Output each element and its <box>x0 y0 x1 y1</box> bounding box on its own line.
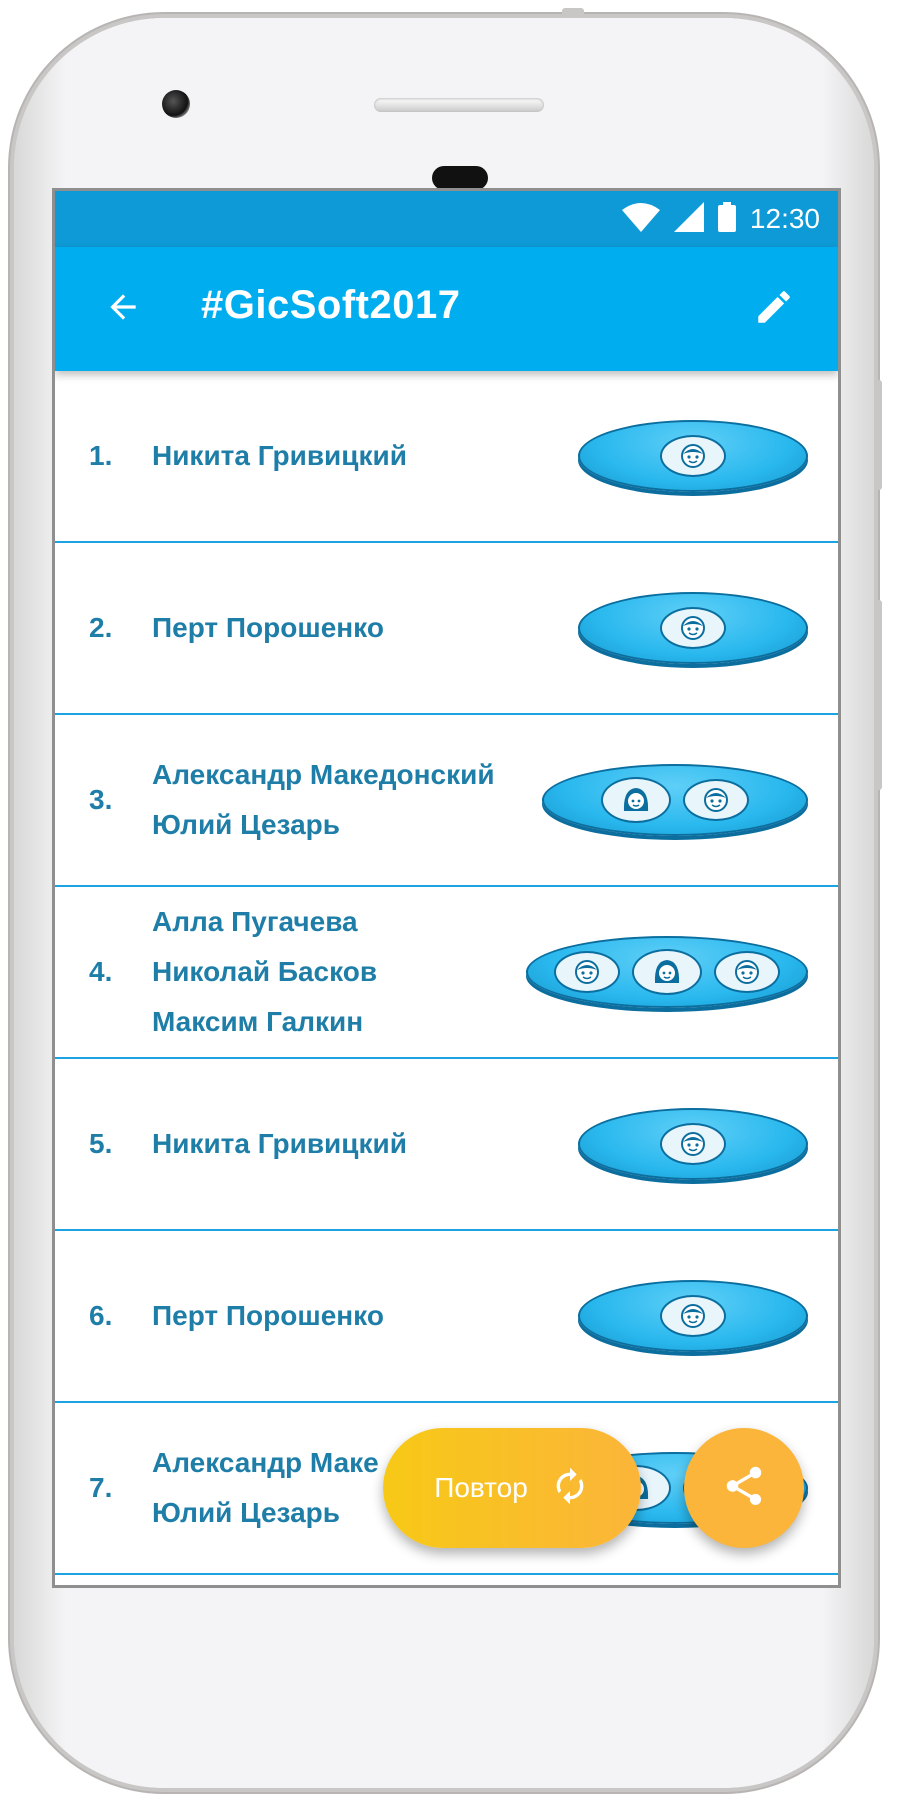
avatar-group <box>578 420 808 492</box>
list-item[interactable]: 1. Никита Гривицкий <box>55 371 838 543</box>
boy-avatar-icon <box>660 435 726 477</box>
row-number: 6. <box>89 1300 113 1331</box>
person-name: Александр Македонский <box>152 759 495 790</box>
boy-avatar-icon <box>660 607 726 649</box>
person-name: Перт Порошенко <box>152 612 384 643</box>
wifi-icon <box>621 202 660 237</box>
row-number: 4. <box>89 956 113 987</box>
row-names: Перт Порошенко <box>152 543 384 713</box>
row-number: 7. <box>89 1472 113 1503</box>
row-names: Александр Македонский Юлий Цезарь <box>152 715 495 885</box>
list-item[interactable]: 4. Алла Пугачева Николай Басков Максим Галк… <box>55 887 838 1059</box>
battery-icon <box>717 201 736 237</box>
signal-icon <box>673 201 704 237</box>
app-bar: #GicSoft2017 <box>55 247 838 371</box>
edit-button[interactable] <box>746 281 802 337</box>
avatar-group <box>542 764 808 836</box>
results-list: 1. Никита Гривицкий 2. Перт Порошенко 3. Алек… <box>55 371 838 1575</box>
list-item[interactable]: 2. Перт Порошенко <box>55 543 838 715</box>
person-name: Перт Порошенко <box>152 1300 384 1331</box>
status-bar: 12:30 <box>55 191 838 247</box>
arrow-left-icon <box>104 288 142 331</box>
row-number: 1. <box>89 440 113 471</box>
person-name: Никита Гривицкий <box>152 440 407 471</box>
row-names: Никита Гривицкий <box>152 371 407 541</box>
boy-avatar-icon <box>660 1295 726 1337</box>
person-name: Максим Галкин <box>152 1006 364 1037</box>
row-number: 5. <box>89 1128 113 1159</box>
list-item[interactable]: 3. Александр Македонский Юлий Цезарь <box>55 715 838 887</box>
person-name: Александр Маке <box>152 1447 379 1478</box>
row-names: Никита Гривицкий <box>152 1059 407 1229</box>
repeat-button-label: Повтор <box>434 1472 528 1503</box>
phone-volume-button <box>876 600 882 790</box>
row-names: Перт Порошенко <box>152 1231 384 1401</box>
list-item[interactable]: 6. Перт Порошенко <box>55 1231 838 1403</box>
girl-avatar-icon <box>632 949 702 995</box>
status-time: 12:30 <box>749 203 820 234</box>
row-names: Алла Пугачева Николай Басков Максим Галкин <box>152 887 377 1057</box>
row-number: 3. <box>89 784 113 815</box>
refresh-icon <box>550 1466 590 1511</box>
list-item[interactable]: 5. Никита Гривицкий <box>55 1059 838 1231</box>
app-screen: 12:30 #GicSoft2017 1. Никита Гривицкий 2. П… <box>52 188 841 1588</box>
share-button[interactable] <box>684 1428 804 1548</box>
avatar-group <box>526 936 808 1008</box>
person-name: Николай Басков <box>152 956 378 987</box>
page-title: #GicSoft2017 <box>201 283 461 327</box>
boy-avatar-icon <box>554 951 620 993</box>
person-name: Юлий Цезарь <box>152 1497 340 1528</box>
avatar-group <box>578 592 808 664</box>
avatar-group <box>578 1108 808 1180</box>
phone-top-button <box>562 8 584 16</box>
share-icon <box>721 1463 767 1514</box>
status-icons: 12:30 <box>621 191 820 247</box>
boy-avatar-icon <box>683 779 749 821</box>
pencil-icon <box>753 286 795 333</box>
front-camera <box>162 90 190 118</box>
earpiece-speaker <box>374 98 544 112</box>
avatar-group <box>578 1280 808 1352</box>
person-name: Алла Пугачева <box>152 906 358 937</box>
back-button[interactable] <box>95 281 151 337</box>
girl-avatar-icon <box>601 777 671 823</box>
proximity-sensor <box>432 166 488 190</box>
row-names: Александр Маке Юлий Цезарь <box>152 1403 379 1573</box>
row-number: 2. <box>89 612 113 643</box>
person-name: Юлий Цезарь <box>152 809 340 840</box>
boy-avatar-icon <box>660 1123 726 1165</box>
repeat-button[interactable]: Повтор <box>383 1428 641 1548</box>
phone-side-button <box>876 380 882 490</box>
boy-avatar-icon <box>714 951 780 993</box>
person-name: Никита Гривицкий <box>152 1128 407 1159</box>
